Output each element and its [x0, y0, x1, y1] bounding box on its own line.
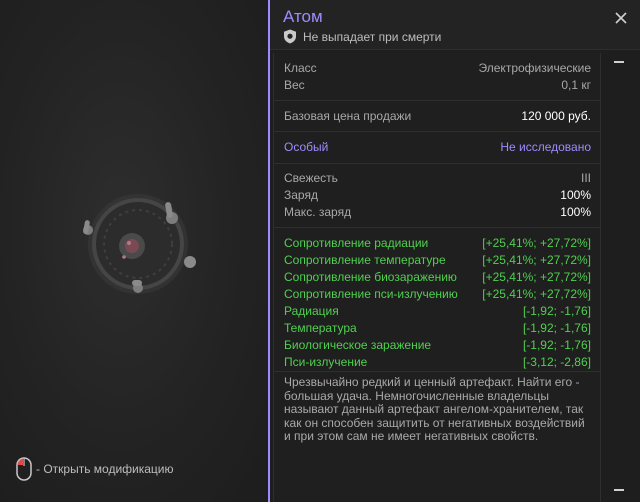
scrollbar-bottom-marker — [614, 489, 624, 491]
research-status: Не исследовано — [500, 139, 591, 154]
stat-value: [-1,92; -1,76] — [522, 303, 591, 318]
open-modification-hint[interactable]: - Открыть модификацию — [16, 456, 174, 482]
max-charge-label: Макс. заряд — [284, 204, 352, 219]
stat-value: [+25,41%; +27,72%] — [482, 235, 591, 250]
weight-row: Вес 0,1 кг — [284, 76, 591, 93]
stat-row: Сопротивление пси-излучению [+25,41%; +2… — [284, 285, 591, 302]
stat-row: Температура [-1,92; -1,76] — [284, 319, 591, 336]
stat-value: [+25,41%; +27,72%] — [482, 252, 591, 267]
mouse-icon — [16, 457, 32, 481]
item-info-panel: Атом Не выпадает при смерти Класс Электр… — [270, 0, 640, 502]
stat-row: Радиация [-1,92; -1,76] — [284, 302, 591, 319]
stat-value: [-1,92; -1,76] — [522, 337, 591, 352]
charge-row: Заряд 100% — [284, 186, 591, 203]
stats-section: Сопротивление радиации [+25,41%; +27,72%… — [274, 228, 600, 372]
stat-label: Температура — [284, 320, 357, 335]
item-properties: Класс Электрофизические Вес 0,1 кг Базов… — [273, 53, 601, 502]
artifact-image — [83, 194, 196, 294]
stat-row: Биологическое заражение [-1,92; -1,76] — [284, 336, 591, 353]
charge-label: Заряд — [284, 187, 318, 202]
price-row: Базовая цена продажи 120 000 руб. — [284, 107, 591, 124]
stat-label: Биологическое заражение — [284, 337, 432, 352]
stat-row: Сопротивление температуре [+25,41%; +27,… — [284, 251, 591, 268]
stat-value: [+25,41%; +27,72%] — [482, 269, 591, 284]
class-label: Класс — [284, 60, 317, 75]
stat-row: Пси-излучение [-3,12; -2,86] — [284, 353, 591, 370]
stat-value: [-1,92; -1,76] — [522, 320, 591, 335]
class-row: Класс Электрофизические — [284, 59, 591, 76]
drop-status: Не выпадает при смерти — [283, 29, 441, 44]
item-description: Чрезвычайно редкий и ценный артефакт. На… — [284, 375, 585, 443]
artifact-preview[interactable]: - Открыть модификацию — [0, 0, 268, 502]
freshness-value: III — [580, 170, 591, 185]
stat-value: [-3,12; -2,86] — [522, 354, 591, 369]
rarity-row: Особый Не исследовано — [284, 138, 591, 155]
scrollbar[interactable] — [608, 53, 630, 498]
shield-icon — [284, 29, 296, 44]
stat-label: Пси-излучение — [284, 354, 368, 369]
basic-section: Класс Электрофизические Вес 0,1 кг — [274, 53, 600, 101]
price-label: Базовая цена продажи — [284, 108, 412, 123]
stat-label: Сопротивление температуре — [284, 252, 446, 267]
max-charge-value: 100% — [560, 204, 591, 219]
stat-label: Сопротивление пси-излучению — [284, 286, 458, 301]
stat-value: [+25,41%; +27,72%] — [482, 286, 591, 301]
class-value: Электрофизические — [478, 60, 591, 75]
stat-row: Сопротивление биозаражению [+25,41%; +27… — [284, 268, 591, 285]
price-section: Базовая цена продажи 120 000 руб. — [274, 101, 600, 132]
hint-label: - Открыть модификацию — [36, 462, 174, 476]
rarity-section: Особый Не исследовано — [274, 132, 600, 164]
stat-row: Сопротивление радиации [+25,41%; +27,72%… — [284, 234, 591, 251]
weight-value: 0,1 кг — [561, 77, 591, 92]
weight-label: Вес — [284, 77, 305, 92]
max-charge-row: Макс. заряд 100% — [284, 203, 591, 220]
freshness-label: Свежесть — [284, 170, 338, 185]
rarity-label: Особый — [284, 139, 329, 154]
stat-label: Радиация — [284, 303, 339, 318]
state-section: Свежесть III Заряд 100% Макс. заряд 100% — [274, 164, 600, 228]
item-header: Атом Не выпадает при смерти — [270, 0, 640, 50]
stat-label: Сопротивление радиации — [284, 235, 429, 250]
scrollbar-top-marker — [614, 61, 624, 63]
stat-label: Сопротивление биозаражению — [284, 269, 457, 284]
item-title: Атом — [283, 7, 323, 26]
price-value: 120 000 руб. — [521, 108, 591, 123]
close-icon[interactable] — [614, 11, 628, 25]
drop-status-label: Не выпадает при смерти — [303, 29, 442, 44]
freshness-row: Свежесть III — [284, 169, 591, 186]
charge-value: 100% — [560, 187, 591, 202]
